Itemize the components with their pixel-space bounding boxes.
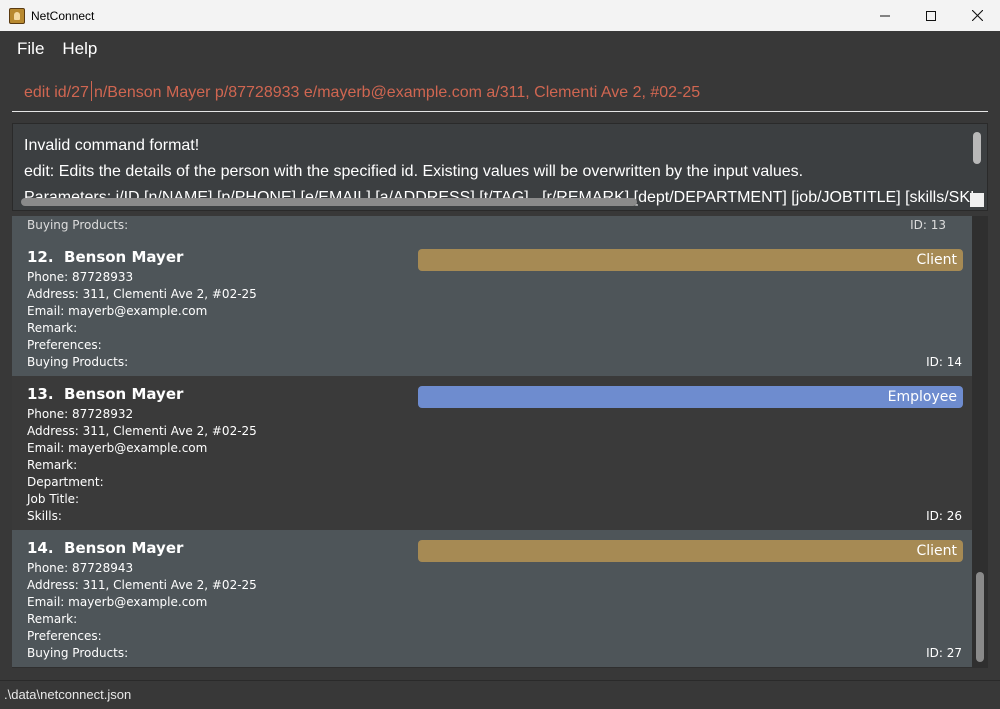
preferences-field: Preferences: bbox=[27, 629, 102, 643]
phone-field: Phone: 87728943 bbox=[27, 561, 134, 575]
tag-client: Client bbox=[418, 540, 963, 562]
maximize-button[interactable] bbox=[908, 0, 954, 31]
status-bar: .\data\netconnect.json bbox=[0, 680, 1000, 709]
tag-employee: Employee bbox=[418, 386, 963, 408]
person-index: 12. bbox=[27, 248, 54, 266]
list-vertical-scrollbar[interactable] bbox=[976, 572, 984, 662]
close-icon bbox=[971, 10, 983, 21]
menu-bar: File Help bbox=[0, 31, 1000, 66]
person-id: ID: 27 bbox=[926, 646, 962, 660]
save-file-path: .\data\netconnect.json bbox=[4, 687, 132, 702]
app-icon bbox=[9, 7, 25, 24]
command-box[interactable]: edit id/27 n/Benson Mayer p/87728933 e/ma… bbox=[12, 72, 988, 112]
job-title-field: Job Title: bbox=[27, 492, 80, 506]
result-display[interactable]: Invalid command format! edit: Edits the … bbox=[12, 123, 988, 211]
title-bar: NetConnect bbox=[0, 0, 1000, 31]
text-caret bbox=[90, 81, 92, 101]
skills-field: Skills: bbox=[27, 509, 62, 523]
remark-field: Remark: bbox=[27, 612, 78, 626]
person-name: 14. Benson Mayer bbox=[27, 539, 183, 557]
minimize-icon bbox=[880, 15, 890, 16]
address-field: Address: 311, Clementi Ave 2, #02-25 bbox=[27, 578, 257, 592]
person-name-text: Benson Mayer bbox=[64, 385, 184, 403]
partial-buying-label: Buying Products: bbox=[27, 218, 129, 232]
result-line-2: edit: Edits the details of the person wi… bbox=[24, 163, 804, 180]
address-field: Address: 311, Clementi Ave 2, #02-25 bbox=[27, 424, 257, 438]
email-field: Email: mayerb@example.com bbox=[27, 304, 208, 318]
person-name-text: Benson Mayer bbox=[64, 248, 184, 266]
window-controls bbox=[862, 0, 1000, 31]
command-text-after-caret: n/Benson Mayer p/87728933 e/mayerb@examp… bbox=[93, 84, 701, 101]
menu-file[interactable]: File bbox=[8, 39, 53, 59]
department-field: Department: bbox=[27, 475, 104, 489]
close-button[interactable] bbox=[954, 0, 1000, 31]
person-id: ID: 14 bbox=[926, 355, 962, 369]
email-field: Email: mayerb@example.com bbox=[27, 441, 208, 455]
person-index: 13. bbox=[27, 385, 54, 403]
person-index: 14. bbox=[27, 539, 54, 557]
person-card[interactable]: 14. Benson Mayer Client Phone: 87728943 … bbox=[12, 530, 972, 667]
email-field: Email: mayerb@example.com bbox=[27, 595, 208, 609]
person-card-partial[interactable]: Buying Products: ID: 13 bbox=[12, 216, 972, 239]
partial-id: ID: 13 bbox=[910, 218, 946, 232]
person-name: 13. Benson Mayer bbox=[27, 385, 183, 403]
phone-field: Phone: 87728933 bbox=[27, 270, 134, 284]
person-name-text: Benson Mayer bbox=[64, 539, 184, 557]
preferences-field: Preferences: bbox=[27, 338, 102, 352]
buying-products-field: Buying Products: bbox=[27, 646, 129, 660]
remark-field: Remark: bbox=[27, 321, 78, 335]
buying-products-field: Buying Products: bbox=[27, 355, 129, 369]
result-horizontal-scrollbar[interactable] bbox=[21, 198, 637, 206]
remark-field: Remark: bbox=[27, 458, 78, 472]
person-list[interactable]: Buying Products: ID: 13 12. Benson Mayer… bbox=[12, 216, 988, 668]
result-vertical-scrollbar[interactable] bbox=[973, 132, 981, 164]
window-title: NetConnect bbox=[31, 8, 95, 23]
address-field: Address: 311, Clementi Ave 2, #02-25 bbox=[27, 287, 257, 301]
command-text-before-caret: edit id/27 bbox=[24, 84, 89, 101]
minimize-button[interactable] bbox=[862, 0, 908, 31]
maximize-icon bbox=[926, 10, 936, 21]
command-input[interactable]: edit id/27 n/Benson Mayer p/87728933 e/ma… bbox=[24, 81, 700, 102]
person-id: ID: 26 bbox=[926, 509, 962, 523]
tag-client: Client bbox=[418, 249, 963, 271]
person-card[interactable]: 13. Benson Mayer Employee Phone: 8772893… bbox=[12, 376, 972, 530]
phone-field: Phone: 87728932 bbox=[27, 407, 134, 421]
result-line-1: Invalid command format! bbox=[24, 137, 200, 154]
menu-help[interactable]: Help bbox=[53, 39, 106, 59]
person-card[interactable]: 12. Benson Mayer Client Phone: 87728933 … bbox=[12, 239, 972, 376]
person-name: 12. Benson Mayer bbox=[27, 248, 183, 266]
scroll-corner bbox=[970, 193, 984, 207]
